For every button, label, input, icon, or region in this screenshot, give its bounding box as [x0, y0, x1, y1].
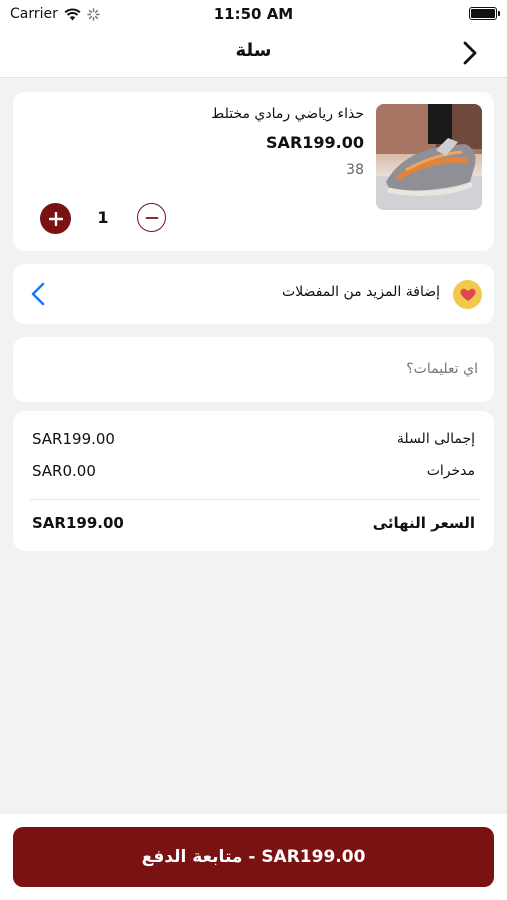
checkout-button[interactable]: متابعة الدفع - SAR199.00: [13, 827, 494, 887]
savings-value: SAR0.00: [32, 462, 96, 480]
product-price: SAR199.00: [266, 133, 364, 152]
sneaker-image: [376, 104, 482, 210]
final-price-label: السعر النهائى: [372, 514, 475, 532]
battery-icon: [469, 7, 500, 20]
status-time: 11:50 AM: [213, 5, 294, 23]
add-favorites-label: إضافة المزيد من المفضلات: [282, 284, 440, 300]
product-name[interactable]: حذاء رياضي رمادي مختلط: [104, 106, 364, 122]
chevron-right-icon: [463, 41, 477, 65]
chevron-left-icon: [27, 280, 49, 308]
product-size: 38: [346, 162, 364, 178]
back-button[interactable]: [455, 38, 485, 68]
order-summary-card: SAR199.00 إجمالى السلة SAR0.00 مدخرات SA…: [13, 411, 494, 551]
cart-total-row: SAR199.00 إجمالى السلة: [32, 428, 475, 450]
footer: متابعة الدفع - SAR199.00: [0, 814, 507, 900]
plus-icon: [48, 211, 63, 226]
savings-label: مدخرات: [426, 463, 475, 479]
increase-quantity-button[interactable]: [40, 203, 71, 234]
add-favorites-row[interactable]: إضافة المزيد من المفضلات: [13, 264, 494, 324]
instructions-card: [13, 337, 494, 402]
minus-icon: [145, 216, 158, 219]
product-image[interactable]: [376, 104, 482, 210]
cart-total-label: إجمالى السلة: [396, 431, 475, 447]
status-bar: Carrier 11:50 AM: [0, 0, 507, 28]
summary-divider: [30, 499, 481, 500]
instructions-input[interactable]: [29, 355, 478, 383]
quantity-value: 1: [97, 208, 109, 227]
cart-item-card: حذاء رياضي رمادي مختلط SAR199.00 38 1: [13, 92, 494, 251]
final-price-row: SAR199.00 السعر النهائى: [32, 512, 475, 534]
navigation-bar: سلة: [0, 28, 507, 78]
cart-total-value: SAR199.00: [32, 430, 115, 448]
decrease-quantity-button[interactable]: [137, 203, 166, 232]
final-price-value: SAR199.00: [32, 514, 124, 532]
savings-row: SAR0.00 مدخرات: [32, 460, 475, 482]
heart-icon: [453, 280, 482, 309]
page-title: سلة: [235, 40, 272, 61]
